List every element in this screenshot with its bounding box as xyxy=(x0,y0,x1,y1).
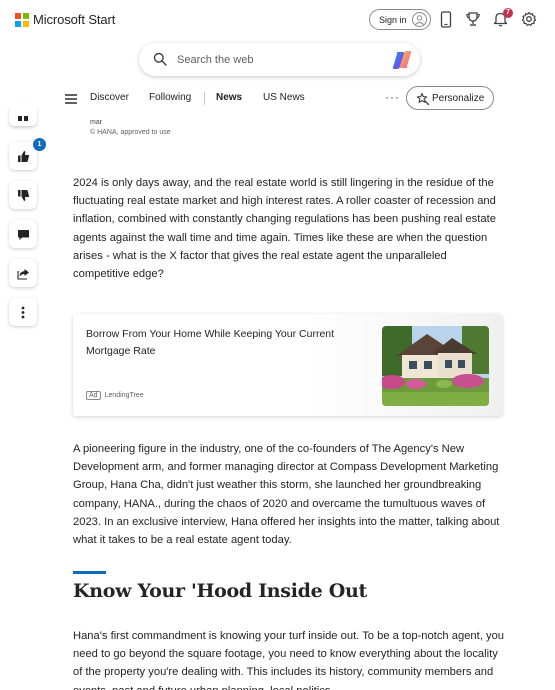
ad-tag: Ad xyxy=(86,391,101,400)
article-paragraph: Hana's first commandment is knowing your… xyxy=(73,630,505,690)
top-bar: Microsoft Start Sign in 7 xyxy=(0,0,555,40)
microsoft-start-logo[interactable]: Microsoft Start xyxy=(15,12,115,27)
more-vertical-icon xyxy=(21,306,25,318)
article-paragraph: 2024 is only days away, and the real est… xyxy=(73,177,496,281)
nav-item-discover[interactable]: Discover xyxy=(90,92,129,103)
sponsored-ad-card[interactable]: Borrow From Your Home While Keeping Your… xyxy=(73,314,502,416)
sign-in-button[interactable]: Sign in xyxy=(369,9,431,30)
ad-meta: Ad LendingTree xyxy=(86,391,144,400)
phone-icon[interactable] xyxy=(436,9,456,29)
settings-gear-icon[interactable] xyxy=(519,9,539,29)
like-count-badge: 1 xyxy=(33,138,46,151)
personalize-star-icon xyxy=(416,92,430,106)
ad-title[interactable]: Borrow From Your Home While Keeping Your… xyxy=(86,326,371,359)
share-icon xyxy=(16,268,29,280)
article-paragraph: A pioneering figure in the industry, one… xyxy=(73,443,500,547)
rewards-trophy-icon[interactable] xyxy=(463,9,483,29)
dislike-button[interactable] xyxy=(9,181,37,209)
more-actions-button[interactable] xyxy=(9,298,37,326)
avatar-icon xyxy=(412,12,427,27)
search-icon xyxy=(153,52,167,71)
microsoft-logo-icon xyxy=(15,12,29,27)
nav-item-us-news[interactable]: US News xyxy=(263,92,305,103)
comments-button[interactable] xyxy=(9,220,37,248)
thumbs-down-icon xyxy=(17,189,29,201)
share-button[interactable] xyxy=(9,259,37,287)
personalize-label: Personalize xyxy=(432,92,485,104)
more-options-icon[interactable]: ··· xyxy=(385,90,400,104)
nav-divider xyxy=(204,92,205,105)
image-credit: © HANA, approved to use xyxy=(90,129,171,136)
category-nav: Discover Following News US News ··· Pers… xyxy=(0,86,555,110)
search-box[interactable] xyxy=(139,43,420,76)
comment-icon xyxy=(17,229,29,240)
notification-count-badge: 7 xyxy=(503,8,513,18)
rail-top-button[interactable] xyxy=(9,104,37,126)
image-caption: mar xyxy=(90,119,103,126)
nav-item-following[interactable]: Following xyxy=(149,92,191,103)
section-accent-bar xyxy=(73,571,106,574)
menu-hamburger-icon[interactable] xyxy=(65,94,77,104)
section-heading: Know Your 'Hood Inside Out xyxy=(73,580,367,602)
brand-name: Microsoft Start xyxy=(33,12,116,27)
personalize-button[interactable]: Personalize xyxy=(406,86,494,110)
ad-sponsor: LendingTree xyxy=(104,392,144,399)
sign-in-label: Sign in xyxy=(379,14,407,25)
quote-icon xyxy=(18,116,28,121)
thumbs-up-icon xyxy=(17,150,29,162)
search-input[interactable] xyxy=(177,51,377,68)
ad-house-image[interactable] xyxy=(382,326,489,406)
nav-item-news[interactable]: News xyxy=(216,92,242,103)
copilot-icon[interactable] xyxy=(391,49,413,71)
